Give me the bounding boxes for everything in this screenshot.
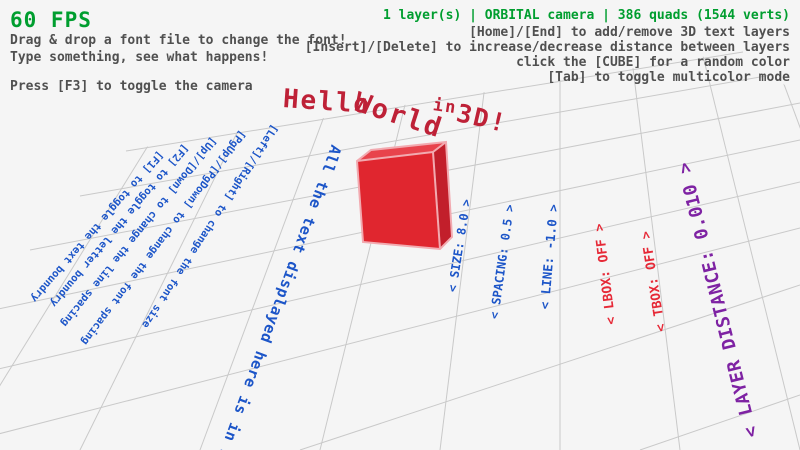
hint-multicolor-mode: [Tab] to toggle multicolor mode [547,70,790,85]
raylib-3d-text-demo-window: [F1] to toggle the text boundry [F2] to … [0,0,800,450]
hint-cube-random-color: click the [CUBE] for a random color [516,55,790,70]
hint-type-something: Type something, see what happens! [10,50,268,65]
hint-layer-distance-keys: [Insert]/[Delete] to increase/decrease d… [305,40,790,55]
cube[interactable] [357,142,452,249]
status-layers-camera-quads: 1 layer(s) | ORBITAL camera | 386 quads … [383,8,790,23]
wave-word-in: in [432,97,459,117]
fps-counter: 60 FPS [10,8,92,32]
hint-add-remove-layers: [Home]/[End] to add/remove 3D text layer… [469,25,790,40]
hint-toggle-camera: Press [F3] to toggle the camera [10,79,253,94]
hint-drag-drop-font: Drag & drop a font file to change the fo… [10,33,347,48]
